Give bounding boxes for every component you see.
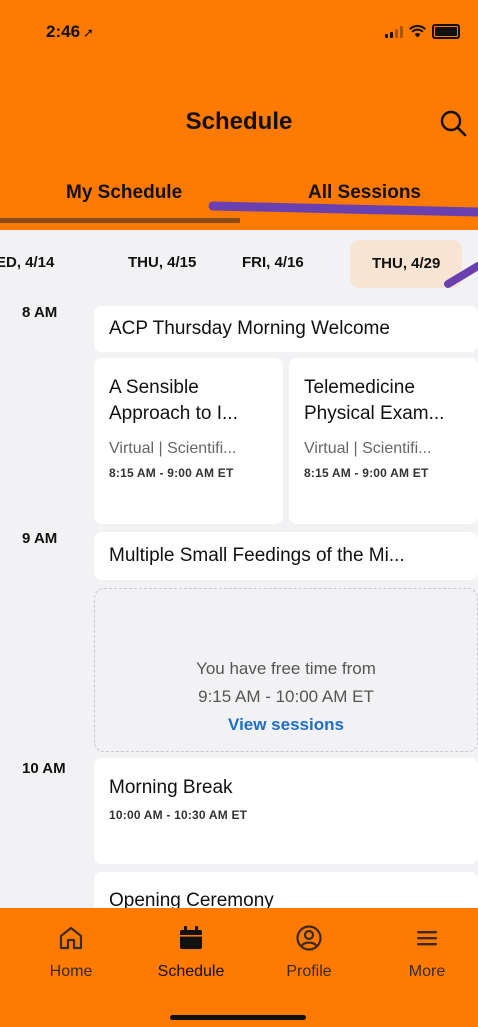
date-item-4-15[interactable]: THU, 4/15 [128,254,196,271]
search-icon[interactable] [438,108,468,138]
schedule-list[interactable]: 8 AM 9 AM 10 AM ACP Thursday Morning Wel… [0,300,478,908]
session-card-small-feedings[interactable]: Multiple Small Feedings of the Mi... [94,532,478,580]
date-item-4-29[interactable]: THU, 4/29 [350,240,463,288]
menu-icon [417,931,437,946]
date-item-4-16[interactable]: FRI, 4/16 [242,254,304,271]
session-title-line2: Approach to I... [109,403,238,424]
active-tab-indicator [0,218,240,223]
calendar-icon [180,926,202,949]
nav-more[interactable]: More [382,924,472,981]
page-title: Schedule [185,108,293,135]
session-card-sensible-approach[interactable]: A Sensible Approach to I... Virtual | Sc… [94,358,283,524]
profile-icon [296,925,322,951]
session-time: 8:15 AM - 9:00 AM ET [109,466,234,480]
session-card-telemedicine[interactable]: Telemedicine Physical Exam... Virtual | … [289,358,478,524]
free-time-text: You have free time from [196,659,376,678]
view-sessions-link[interactable]: View sessions [95,715,477,735]
session-card-morning-break[interactable]: Morning Break 10:00 AM - 10:30 AM ET [94,758,478,864]
home-indicator [170,1015,306,1020]
tab-all-sessions[interactable]: All Sessions [308,182,421,204]
time-label-10am: 10 AM [22,760,66,777]
wifi-icon [409,25,426,38]
status-icons [385,24,460,39]
nav-more-label: More [408,963,446,980]
tab-bar: My Schedule All Sessions [0,170,478,222]
time-label-9am: 9 AM [22,530,58,547]
battery-icon [432,24,460,39]
header: 2:46 ➚ Schedule My Schedule All Sessions [0,0,478,230]
session-card-opening-ceremony[interactable]: Opening Ceremony [94,872,478,908]
schedule-screen: 2:46 ➚ Schedule My Schedule All Sessions … [0,0,478,1027]
session-title: Multiple Small Feedings of the Mi... [109,545,405,566]
timeline: 8 AM 9 AM 10 AM [0,300,80,908]
session-title: Morning Break [109,777,233,798]
session-title-line2: Physical Exam... [304,403,445,424]
home-icon [59,926,83,950]
signal-icon [385,25,403,38]
nav-schedule[interactable]: Schedule [146,924,236,981]
location-arrow-icon: ➚ [83,25,94,40]
status-time: 2:46 ➚ [46,22,94,41]
tab-my-schedule[interactable]: My Schedule [66,182,182,204]
session-title: Opening Ceremony [109,890,274,908]
nav-profile[interactable]: Profile [264,924,354,981]
session-card-welcome[interactable]: ACP Thursday Morning Welcome [94,306,478,352]
nav-home[interactable]: Home [26,924,116,981]
session-time: 10:00 AM - 10:30 AM ET [109,808,248,822]
free-time-block: You have free time from 9:15 AM - 10:00 … [94,588,478,752]
nav-schedule-label: Schedule [157,963,225,980]
nav-profile-label: Profile [286,963,332,980]
session-title-line1: Telemedicine [304,377,415,398]
date-item-4-14[interactable]: ED, 4/14 [0,254,54,271]
bottom-tab-bar: Home Schedule Profile More [0,908,478,1027]
session-time: 8:15 AM - 9:00 AM ET [304,466,429,480]
session-subtitle: Virtual | Scientifi... [304,440,432,457]
session-subtitle: Virtual | Scientifi... [109,440,237,457]
free-time-range: 9:15 AM - 10:00 AM ET [198,687,374,706]
nav-home-label: Home [49,963,93,980]
time-label-8am: 8 AM [22,304,58,321]
session-title: ACP Thursday Morning Welcome [109,318,390,339]
date-selector: ED, 4/14 THU, 4/15 FRI, 4/16 THU, 4/29 [0,230,478,300]
session-title-line1: A Sensible [109,377,199,398]
